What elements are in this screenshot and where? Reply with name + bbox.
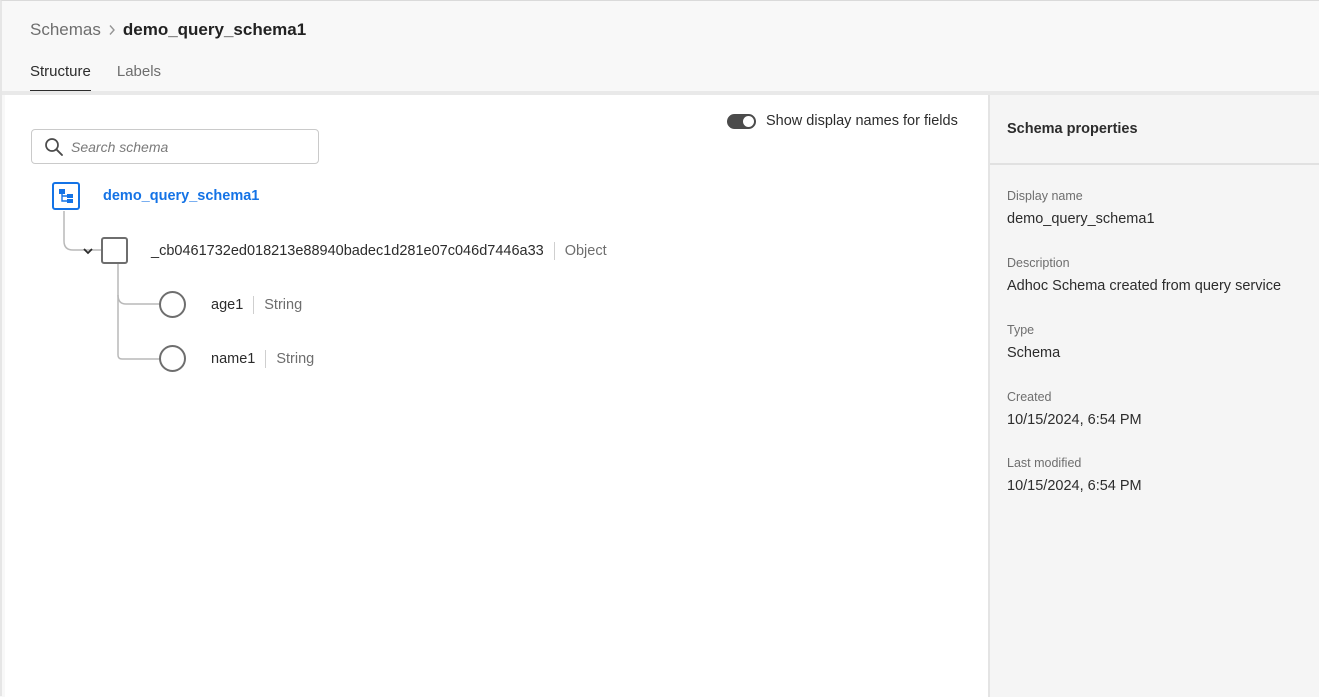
app-frame: Schemas demo_query_schema1 Structure Lab…	[0, 0, 1319, 697]
field-type: String	[276, 351, 315, 367]
prop-label: Display name	[1007, 189, 1083, 203]
panel-title: Schema properties	[1007, 121, 1138, 137]
chevron-right-icon	[101, 24, 123, 36]
divider	[265, 350, 267, 368]
field-row-age1[interactable]: age1 String	[211, 296, 302, 314]
prop-value: Adhoc Schema created from query service	[1007, 278, 1282, 294]
field-name: age1	[211, 297, 244, 313]
tree-connector-lines	[63, 211, 161, 360]
field-row-name1[interactable]: name1 String	[211, 350, 314, 368]
prop-label: Type	[1007, 323, 1035, 337]
object-field-icon[interactable]	[101, 237, 128, 264]
object-field-type: Object	[564, 243, 607, 259]
prop-last-modified: Last modified 10/15/2024, 6:54 PM	[1007, 456, 1142, 494]
prop-label: Last modified	[1007, 456, 1082, 470]
page-header: Schemas demo_query_schema1 Structure Lab…	[2, 1, 1319, 95]
prop-value: Schema	[1007, 345, 1061, 361]
breadcrumb: Schemas demo_query_schema1	[30, 20, 306, 40]
schema-tree-icon[interactable]	[52, 182, 80, 210]
schema-canvas: Show display names for fields demo_query…	[5, 95, 988, 697]
field-type: String	[264, 297, 303, 313]
divider	[553, 242, 555, 260]
prop-value: 10/15/2024, 6:54 PM	[1007, 478, 1142, 494]
field-node-icon[interactable]	[159, 291, 186, 318]
prop-value: 10/15/2024, 6:54 PM	[1007, 412, 1142, 428]
tab-labels[interactable]: Labels	[117, 63, 161, 92]
object-field-row[interactable]: _cb0461732ed018213e88940badec1d281e07c04…	[151, 242, 607, 260]
prop-description: Description Adhoc Schema created from qu…	[1007, 256, 1281, 294]
schema-root-label[interactable]: demo_query_schema1	[103, 188, 259, 204]
schema-properties-panel: Schema properties Display name demo_quer…	[988, 95, 1319, 697]
tab-bar: Structure Labels	[30, 63, 187, 92]
prop-label: Description	[1007, 256, 1070, 270]
tab-structure[interactable]: Structure	[30, 63, 91, 92]
prop-created: Created 10/15/2024, 6:54 PM	[1007, 390, 1142, 428]
breadcrumb-schemas-link[interactable]: Schemas	[30, 20, 101, 40]
field-name: name1	[211, 351, 256, 367]
prop-label: Created	[1007, 390, 1052, 404]
object-field-name: _cb0461732ed018213e88940badec1d281e07c04…	[151, 243, 544, 259]
divider	[253, 296, 255, 314]
chevron-down-icon[interactable]	[82, 245, 94, 257]
prop-display-name: Display name demo_query_schema1	[1007, 189, 1155, 227]
prop-type: Type Schema	[1007, 323, 1060, 361]
prop-value: demo_query_schema1	[1007, 211, 1155, 227]
field-node-icon[interactable]	[159, 345, 186, 372]
page-title: demo_query_schema1	[122, 20, 307, 39]
panel-divider	[990, 163, 1319, 165]
